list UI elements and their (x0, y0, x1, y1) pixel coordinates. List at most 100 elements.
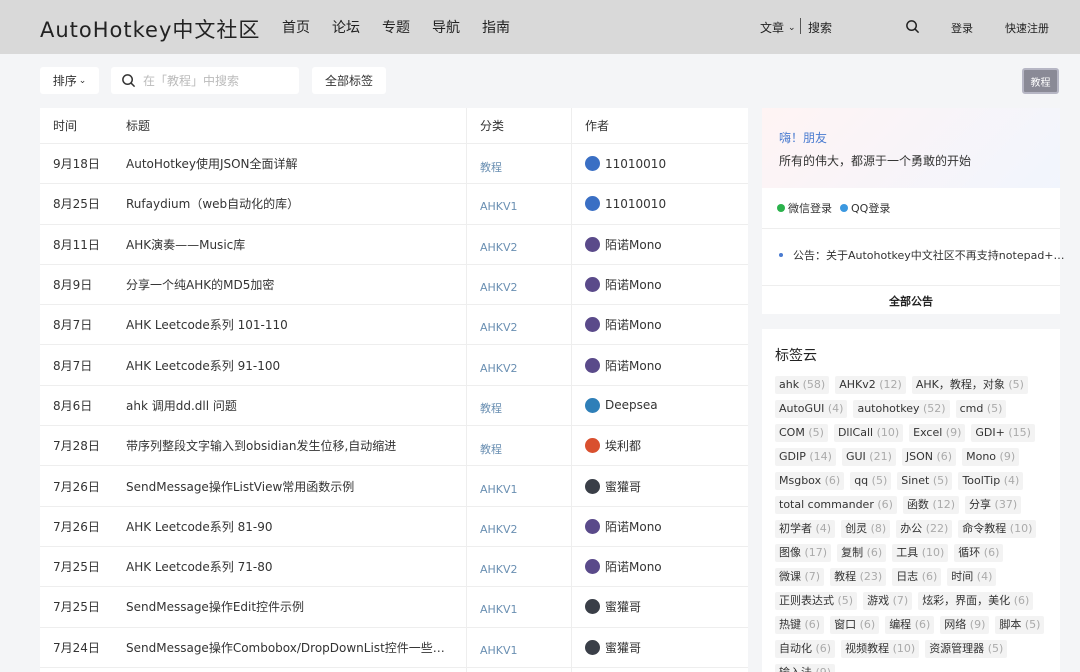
tag-item[interactable]: 教程 (23) (830, 568, 887, 586)
nav-topics[interactable]: 专题 (382, 17, 410, 37)
tag-item[interactable]: 图像 (17) (775, 544, 832, 562)
row-category-link[interactable]: AHKV2 (480, 547, 570, 586)
row-title-link[interactable]: SendMessage操作Combobox/DropDownList控件一些常… (126, 628, 456, 667)
row-author-link[interactable]: 11010010 (585, 144, 745, 183)
row-author-link[interactable]: 蜜獾哥 (585, 628, 745, 667)
register-link[interactable]: 快速注册 (1005, 20, 1049, 36)
tag-item[interactable]: autohotkey (52) (853, 400, 950, 418)
tag-item[interactable]: 复制 (6) (837, 544, 887, 562)
notice-item[interactable]: 公告：关于Autohotkey中文社区不再支持notepad+… (779, 247, 1065, 263)
tag-item[interactable]: 热键 (6) (775, 616, 825, 634)
tag-item[interactable]: 游戏 (7) (863, 592, 913, 610)
row-author-link[interactable]: 埃利都 (585, 426, 745, 465)
qq-login-button[interactable]: QQ登录 (840, 200, 890, 216)
row-author-link[interactable]: 陌诺Mono (585, 265, 745, 304)
row-category-link[interactable]: AHKV2 (480, 507, 570, 546)
category-search-input[interactable] (143, 73, 293, 88)
nav-forum[interactable]: 论坛 (332, 17, 360, 37)
tag-item[interactable]: DllCall (10) (833, 424, 904, 442)
table-row[interactable]: 7月28日 带序列整段文字输入到obsidian发生位移,自动缩进 教程 埃利都 (40, 426, 748, 467)
table-row[interactable]: 7月26日 SendMessage操作ListView常用函数示例 AHKV1 蜜獾哥 (40, 466, 748, 507)
row-title-link[interactable]: SendMessage操作Edit控件示例 (126, 587, 456, 626)
tag-item[interactable]: 初学者 (4) (775, 520, 836, 538)
row-title-link[interactable]: AHK演奏——Music库 (126, 225, 456, 264)
table-row[interactable]: 7月26日 AHK Leetcode系列 81-90 AHKV2 陌诺Mono (40, 507, 748, 547)
wechat-login-button[interactable]: 微信登录 (777, 200, 832, 216)
row-title-link[interactable]: SendMessage操作ListView常用函数示例 (126, 466, 456, 505)
row-category-link[interactable]: AHKV1 (480, 587, 570, 626)
tag-item[interactable]: 输入法 (9) (775, 664, 836, 672)
row-title-link[interactable]: AutoHotkey使用JSON全面详解 (126, 144, 456, 183)
tag-item[interactable]: total commander (6) (775, 496, 897, 514)
tag-item[interactable]: 分享 (37) (965, 496, 1022, 514)
table-row[interactable]: 7月25日 AHK Leetcode系列 71-80 AHKV2 陌诺Mono (40, 547, 748, 588)
nav-guide[interactable]: 指南 (482, 17, 510, 37)
header-time[interactable]: 时间 (53, 108, 118, 143)
row-title-link[interactable]: ahk 调用dd.dll 问题 (126, 386, 456, 425)
row-author-link[interactable]: 陌诺Mono (585, 225, 745, 264)
row-title-link[interactable]: AHK Leetcode系列 91-100 (126, 345, 456, 384)
tag-item[interactable]: 炫彩，界面，美化 (6) (918, 592, 1034, 610)
table-row[interactable]: 8月7日 AHK Leetcode系列 91-100 AHKV2 陌诺Mono (40, 345, 748, 386)
search-type-dropdown[interactable]: 文章 ⌄ (760, 19, 796, 36)
tag-item[interactable]: 脚本 (5) (995, 616, 1045, 634)
search-icon[interactable] (905, 19, 920, 34)
all-tags-button[interactable]: 全部标签 (312, 67, 386, 94)
row-category-link[interactable]: AHKV2 (480, 265, 570, 304)
category-search-box[interactable] (111, 67, 299, 94)
row-category-link[interactable]: AHKV1 (480, 466, 570, 505)
tag-item[interactable]: GDIP (14) (775, 448, 836, 466)
all-notices-link[interactable]: 全部公告 (762, 293, 1060, 309)
row-category-link[interactable]: AHKV1 (480, 184, 570, 223)
sort-dropdown[interactable]: 排序 ⌄ (40, 67, 99, 94)
tag-item[interactable]: JSON (6) (901, 448, 957, 466)
table-row[interactable]: 8月25日 Rufaydium（web自动化的库） AHKV1 11010010 (40, 184, 748, 225)
tag-item[interactable]: Mono (9) (962, 448, 1020, 466)
row-category-link[interactable]: AHKV2 (480, 225, 570, 264)
row-category-link[interactable]: 教程 (480, 386, 570, 425)
tag-item[interactable]: qq (5) (850, 472, 892, 490)
row-title-link[interactable]: Rufaydium（web自动化的库） (126, 184, 456, 223)
row-category-link[interactable]: AHKV1 (480, 628, 570, 667)
tag-item[interactable]: cmd (5) (955, 400, 1007, 418)
table-row[interactable]: 8月9日 分享一个纯AHK的MD5加密 AHKV2 陌诺Mono (40, 265, 748, 306)
row-title-link[interactable]: AHK Leetcode系列 71-80 (126, 547, 456, 586)
table-row[interactable]: 8月7日 AHK Leetcode系列 101-110 AHKV2 陌诺Mono (40, 305, 748, 346)
tag-item[interactable]: 函数 (12) (902, 496, 960, 514)
nav-home[interactable]: 首页 (282, 17, 310, 37)
tag-item[interactable]: 资源管理器 (5) (925, 640, 1008, 658)
tag-item[interactable]: 创灵 (8) (841, 520, 891, 538)
header-search-input[interactable]: 搜索 (808, 19, 832, 36)
row-author-link[interactable]: 陌诺Mono (585, 507, 745, 546)
row-title-link[interactable]: 分享一个纯AHK的MD5加密 (126, 265, 456, 304)
table-row[interactable]: 7月24日 SendMessage操作Combobox/DropDownList控… (40, 628, 748, 668)
row-author-link[interactable]: 陌诺Mono (585, 305, 745, 344)
tag-item[interactable]: 微课 (7) (775, 568, 825, 586)
table-row[interactable]: 9月18日 AutoHotkey使用JSON全面详解 教程 11010010 (40, 144, 748, 185)
tag-item[interactable]: 工具 (10) (892, 544, 949, 562)
tag-item[interactable]: 自动化 (6) (775, 640, 836, 658)
tag-item[interactable]: Excel (9) (909, 424, 966, 442)
tag-item[interactable]: 日志 (6) (892, 568, 942, 586)
tag-item[interactable]: 时间 (4) (947, 568, 997, 586)
row-author-link[interactable]: 蜜獾哥 (585, 466, 745, 505)
table-row[interactable]: 8月6日 ahk 调用dd.dll 问题 教程 Deepsea (40, 386, 748, 427)
tag-item[interactable]: ToolTip (4) (958, 472, 1024, 490)
tag-item[interactable]: 命令教程 (10) (958, 520, 1037, 538)
tag-item[interactable]: GUI (21) (841, 448, 896, 466)
tag-item[interactable]: 编程 (6) (885, 616, 935, 634)
row-author-link[interactable]: 陌诺Mono (585, 345, 745, 384)
site-logo[interactable]: AutoHotkey中文社区 (40, 14, 260, 44)
tag-item[interactable]: 网络 (9) (940, 616, 990, 634)
tag-item[interactable]: 正则表达式 (5) (775, 592, 858, 610)
tag-item[interactable]: GDI+ (15) (971, 424, 1035, 442)
row-title-link[interactable]: AHK Leetcode系列 101-110 (126, 305, 456, 344)
tag-item[interactable]: 循环 (6) (954, 544, 1004, 562)
tag-item[interactable]: AHK，教程，对象 (5) (911, 376, 1028, 394)
row-category-link[interactable]: 教程 (480, 144, 570, 183)
nav-navigation[interactable]: 导航 (432, 17, 460, 37)
tag-item[interactable]: Sinet (5) (897, 472, 953, 490)
tag-item[interactable]: 窗口 (6) (830, 616, 880, 634)
tag-item[interactable]: ahk (58) (775, 376, 830, 394)
row-title-link[interactable]: AHK Leetcode系列 81-90 (126, 507, 456, 546)
